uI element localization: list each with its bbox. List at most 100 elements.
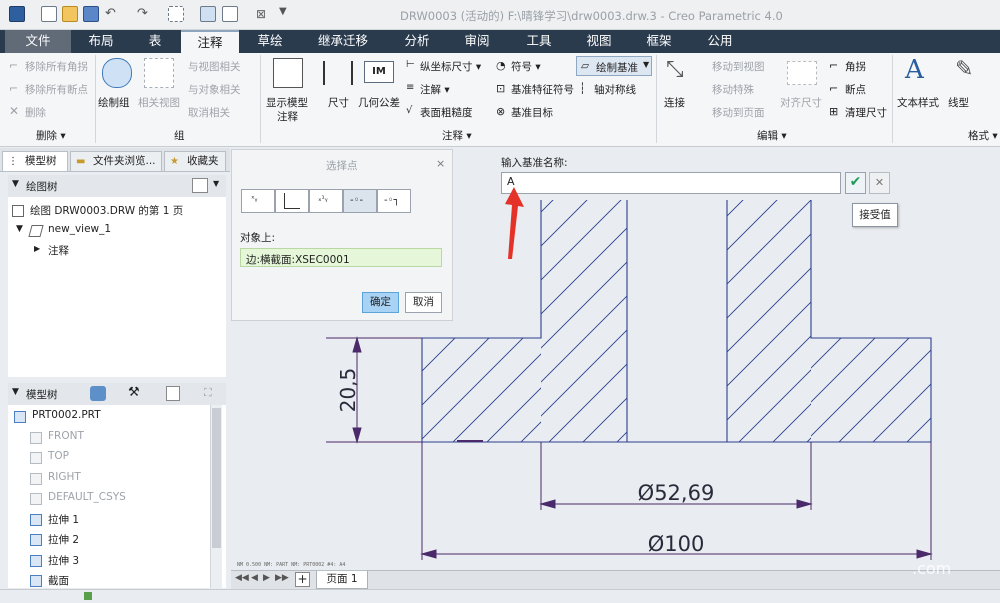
first-page-icon[interactable]: ◀◀ <box>235 573 249 583</box>
ordinate-dimension-button[interactable]: 纵坐标尺寸 ▾ <box>420 59 481 74</box>
dimension-height-text[interactable]: 20,5 <box>336 368 360 413</box>
model-tree-item[interactable]: RIGHT <box>48 471 81 483</box>
next-page-icon[interactable]: ▶ <box>263 573 270 583</box>
prev-page-icon[interactable]: ◀ <box>251 573 258 583</box>
surface-finish-button[interactable]: 表面粗糙度 <box>420 105 473 120</box>
open-folder-icon[interactable] <box>62 6 78 22</box>
view-related-button[interactable]: 与视图相关 <box>188 59 241 74</box>
symbol-button[interactable]: 符号 ▾ <box>511 59 541 74</box>
datum-feature-symbol-button[interactable]: 基准特征符号 <box>511 82 574 97</box>
cancel-related-button[interactable]: 取消相关 <box>188 105 230 120</box>
draw-datum-dropdown-icon[interactable]: ▼ <box>643 60 649 69</box>
annotate-button[interactable]: 注解 ▾ <box>420 82 450 97</box>
tab-sketch[interactable]: 草绘 <box>243 30 297 53</box>
show-model-annotations-button-line1[interactable]: 显示模型 <box>266 95 308 110</box>
align-dimensions-button[interactable]: 对齐尺寸 <box>780 95 822 110</box>
tree-settings-icon[interactable] <box>192 178 208 193</box>
model-display-icon[interactable] <box>90 386 106 401</box>
tab-table[interactable]: 表 <box>130 30 180 53</box>
remove-all-breaks-button[interactable]: 移除所有断点 <box>25 82 88 97</box>
tree-item-annotations[interactable]: 注释 <box>48 243 69 258</box>
model-tree-item[interactable]: FRONT <box>48 430 84 442</box>
accept-check-icon[interactable]: ✔ <box>845 172 866 194</box>
draw-group-button[interactable]: 绘制组 <box>98 95 130 110</box>
tab-layout[interactable]: 布局 <box>75 30 127 53</box>
tab-file[interactable]: 文件 <box>5 30 71 53</box>
tree-item-drawing-sheet[interactable]: 绘图 DRW0003.DRW 的第 1 页 <box>30 203 183 218</box>
reject-close-icon[interactable]: ✕ <box>869 172 890 194</box>
group-label-delete[interactable]: 删除 ▾ <box>36 128 66 143</box>
page-tab-1[interactable]: 页面 1 <box>316 571 368 589</box>
model-tree-item[interactable]: TOP <box>48 450 69 462</box>
model-feature-icon <box>30 472 42 485</box>
model-tree-item[interactable]: PRT0002.PRT <box>32 409 101 421</box>
draw-datum-button[interactable]: ▱ 绘制基准 ▼ <box>576 56 652 76</box>
window-title: DRW0003 (活动的) F:\晴锋学习\drw0003.drw.3 - Cr… <box>400 9 783 23</box>
tools-icon[interactable]: ⚒ <box>128 385 140 400</box>
windows-icon[interactable] <box>222 6 238 22</box>
datum-name-input[interactable]: A <box>501 172 841 194</box>
corner-button[interactable]: 角拐 <box>845 59 866 74</box>
clean-dimensions-button[interactable]: 清理尺寸 <box>845 105 887 120</box>
tree-item-new-view[interactable]: new_view_1 <box>48 223 111 235</box>
group-label-format[interactable]: 格式 ▾ <box>968 128 998 143</box>
tab-analysis[interactable]: 分析 <box>389 30 445 53</box>
filter-icon[interactable]: ⛶ <box>204 386 212 400</box>
dimension-button[interactable]: 尺寸 <box>328 95 349 110</box>
new-file-icon[interactable] <box>41 6 57 22</box>
datum-target-button[interactable]: 基准目标 <box>511 105 553 120</box>
dimension-outer-diameter-text[interactable]: Ø100 <box>648 532 705 556</box>
scrollbar-thumb[interactable] <box>212 408 221 548</box>
model-tree-item[interactable]: 拉伸 2 <box>48 532 79 547</box>
collapse-icon[interactable]: ▼ <box>12 179 19 189</box>
remove-all-angles-button[interactable]: 移除所有角拐 <box>25 59 88 74</box>
model-tree-item[interactable]: 拉伸 1 <box>48 512 79 527</box>
symbol-icon: ◔ <box>496 59 506 72</box>
expand-arrow-icon[interactable]: ▶ <box>34 244 40 253</box>
close-window-icon[interactable]: ⊠ <box>256 7 266 21</box>
model-tree-item[interactable]: DEFAULT_CSYS <box>48 491 126 503</box>
show-model-annotations-button-line2[interactable]: 注释 <box>277 109 298 124</box>
object-related-button[interactable]: 与对象相关 <box>188 82 241 97</box>
redo-icon[interactable]: ↷ <box>137 6 148 21</box>
model-tree-scrollbar[interactable] <box>210 405 222 588</box>
model-tree-item[interactable]: 拉伸 3 <box>48 553 79 568</box>
move-special-button[interactable]: 移动特殊 <box>712 82 754 97</box>
ribbon: ⌐ 移除所有角拐 ⌐ 移除所有断点 ✕ 删除 删除 ▾ 绘制组 相关视图 与视图… <box>0 53 1000 147</box>
move-to-page-button[interactable]: 移动到页面 <box>712 105 765 120</box>
axis-symmetry-line-button[interactable]: 轴对称线 <box>594 82 636 97</box>
line-type-button[interactable]: 线型 <box>948 95 969 110</box>
delete-button[interactable]: 删除 <box>25 105 46 120</box>
tab-annotate[interactable]: 注释 <box>181 30 239 53</box>
regenerate-icon[interactable] <box>200 6 216 22</box>
group-label-edit[interactable]: 编辑 ▾ <box>757 128 787 143</box>
undo-icon[interactable]: ↶ <box>105 6 116 21</box>
model-tree-item[interactable]: 截面 <box>48 573 69 588</box>
tree-settings-icon[interactable] <box>166 386 180 401</box>
collapse-icon[interactable]: ▼ <box>12 387 19 397</box>
tab-common[interactable]: 公用 <box>693 30 747 53</box>
group-label-annotate[interactable]: 注释 ▾ <box>442 128 472 143</box>
add-page-icon[interactable]: + <box>295 572 310 587</box>
tab-review[interactable]: 审阅 <box>450 30 504 53</box>
tab-frame[interactable]: 框架 <box>630 30 688 53</box>
tab-view[interactable]: 视图 <box>573 30 625 53</box>
customize-chevron-icon[interactable]: ▼ <box>279 6 287 17</box>
save-icon[interactable] <box>83 6 99 22</box>
text-style-button[interactable]: 文本样式 <box>897 95 939 110</box>
move-to-view-button[interactable]: 移动到视图 <box>712 59 765 74</box>
last-page-icon[interactable]: ▶▶ <box>275 573 289 583</box>
tab-tools[interactable]: 工具 <box>510 30 568 53</box>
draw-datum-label: 绘制基准 <box>596 62 638 74</box>
connect-button[interactable]: 连接 <box>664 95 685 110</box>
geometric-tolerance-button[interactable]: 几何公差 <box>358 95 400 110</box>
chevron-down-icon[interactable]: ▼ <box>213 179 219 188</box>
related-view-button[interactable]: 相关视图 <box>138 95 180 110</box>
tab-legacy-migration[interactable]: 继承迁移 <box>302 30 384 53</box>
expand-icon[interactable]: ▼ <box>16 224 23 234</box>
select-box-icon[interactable] <box>168 6 184 22</box>
dimension-inner-diameter-text[interactable]: Ø52,69 <box>638 481 715 505</box>
title-bar: ↶ ↷ ⊠ ▼ DRW0003 (活动的) F:\晴锋学习\drw0003.dr… <box>0 0 1000 30</box>
drawing-sheet-icon <box>12 205 24 217</box>
breakpoint-button[interactable]: 断点 <box>845 82 866 97</box>
